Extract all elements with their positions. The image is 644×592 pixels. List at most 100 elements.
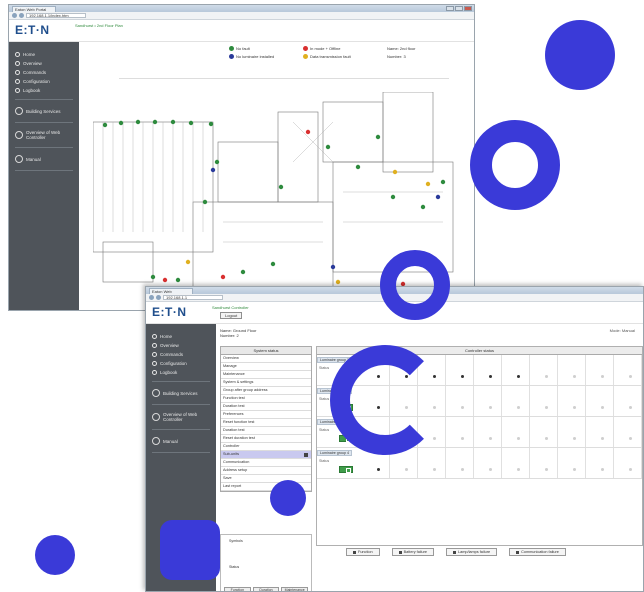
close-icon[interactable] xyxy=(464,6,472,11)
sidebar-group-1[interactable]: Overview of Web Controller xyxy=(9,127,79,143)
legend-button[interactable]: Function xyxy=(224,587,251,591)
sidebar-item-1[interactable]: Overview xyxy=(9,59,79,68)
browser-tab[interactable]: Eaton Web xyxy=(149,287,193,294)
home-icon xyxy=(15,52,20,57)
maximize-icon[interactable] xyxy=(455,6,463,11)
status-dot-icon[interactable] xyxy=(601,468,604,471)
system-row[interactable]: Maintenance xyxy=(221,371,311,379)
minimize-icon[interactable] xyxy=(446,6,454,11)
status-dot-icon[interactable] xyxy=(601,406,604,409)
url-field[interactable]: 192.168.1.1/index.htm xyxy=(26,13,86,18)
system-row[interactable]: Reset duration test xyxy=(221,435,311,443)
filter-button[interactable]: Function xyxy=(346,548,380,556)
system-row[interactable]: Reset function test xyxy=(221,419,311,427)
status-dot-icon[interactable] xyxy=(573,437,576,440)
system-row[interactable]: Preferences xyxy=(221,411,311,419)
back-icon[interactable] xyxy=(149,295,154,300)
status-dot-icon[interactable] xyxy=(629,406,632,409)
status-dot-icon[interactable] xyxy=(461,375,464,378)
grid-line xyxy=(473,448,474,478)
sidebar-item-3[interactable]: Configuration xyxy=(146,359,216,368)
status-dot-icon[interactable] xyxy=(601,375,604,378)
filter-label: Function xyxy=(358,550,373,554)
sidebar-item-0[interactable]: Home xyxy=(9,50,79,59)
system-row[interactable]: Sub-units xyxy=(221,451,311,459)
system-row[interactable]: Group after group address xyxy=(221,387,311,395)
system-row[interactable]: System & settings xyxy=(221,379,311,387)
status-dot-icon[interactable] xyxy=(517,406,520,409)
system-row[interactable]: Duration test xyxy=(221,427,311,435)
system-row[interactable]: Function test xyxy=(221,395,311,403)
divider xyxy=(152,404,210,405)
grid-line xyxy=(417,448,418,478)
system-row-label: Preferences xyxy=(223,412,244,416)
filter-button[interactable]: Communication failure xyxy=(509,548,566,556)
system-row[interactable]: Overview xyxy=(221,355,311,363)
system-row-label: Last report xyxy=(223,484,242,488)
status-dot-icon[interactable] xyxy=(517,375,520,378)
filter-button[interactable]: Lamp/lamps failure xyxy=(446,548,498,556)
system-status-panel: System status Overview Manage Maintenance S… xyxy=(220,346,312,492)
sidebar-item-1[interactable]: Overview xyxy=(146,341,216,350)
logout-button[interactable]: Logout xyxy=(220,312,243,319)
status-dot-icon[interactable] xyxy=(629,468,632,471)
sidebar-group-label: Building Services xyxy=(26,108,61,114)
system-row[interactable]: Duration test xyxy=(221,403,311,411)
sidebar-item-3[interactable]: Configuration xyxy=(9,77,79,86)
watermark-shape xyxy=(470,120,560,210)
legend-button[interactable]: Duration xyxy=(252,587,280,591)
back-icon[interactable] xyxy=(12,13,17,18)
status-dot-icon[interactable] xyxy=(545,437,548,440)
status-dot-icon[interactable] xyxy=(489,437,492,440)
status-dot-icon[interactable] xyxy=(517,437,520,440)
sidebar-item-label: Home xyxy=(160,334,173,339)
status-dot-icon[interactable] xyxy=(489,468,492,471)
filter-button[interactable]: Battery failure xyxy=(391,548,435,556)
status-dot-icon[interactable] xyxy=(405,468,408,471)
sidebar-group-1[interactable]: Overview of Web Controller xyxy=(146,409,216,425)
status-dot-icon[interactable] xyxy=(629,375,632,378)
legend-button[interactable]: Maintenance xyxy=(281,587,309,591)
sidebar-item-2[interactable]: Commands xyxy=(9,68,79,77)
status-dot-icon[interactable] xyxy=(517,468,520,471)
status-dot-icon[interactable] xyxy=(461,468,464,471)
status-dot-icon[interactable] xyxy=(377,468,380,471)
status-dot-icon[interactable] xyxy=(573,406,576,409)
grid-line xyxy=(529,448,530,478)
status-dot-icon[interactable] xyxy=(573,375,576,378)
group-tag[interactable]: Luminaire group 4 xyxy=(317,450,352,456)
status-dot-icon[interactable] xyxy=(461,437,464,440)
status-dot-icon[interactable] xyxy=(545,375,548,378)
system-row[interactable]: Manage xyxy=(221,363,311,371)
system-row[interactable]: Controller xyxy=(221,443,311,451)
system-row[interactable]: Address setup xyxy=(221,467,311,475)
status-dot-icon[interactable] xyxy=(573,468,576,471)
sidebar-item-0[interactable]: Home xyxy=(146,332,216,341)
status-dot-icon[interactable] xyxy=(489,375,492,378)
status-dot-icon[interactable] xyxy=(601,437,604,440)
legend-item: Name: 2nd floor xyxy=(387,46,467,51)
status-dot-icon[interactable] xyxy=(629,437,632,440)
system-info: Sandhurst • 2nd Floor Plan xyxy=(75,23,123,28)
sidebar-item-4[interactable]: Logbook xyxy=(9,86,79,95)
system-row[interactable]: Communication xyxy=(221,459,311,467)
browser-tab[interactable]: Eaton Web Portal xyxy=(12,5,56,12)
status-dot-icon[interactable] xyxy=(545,468,548,471)
url-field[interactable]: 192.168.1.1 xyxy=(163,295,223,300)
forward-icon[interactable] xyxy=(19,13,24,18)
sidebar-item-label: Commands xyxy=(23,70,47,75)
system-row-label: Duration test xyxy=(223,404,245,408)
sidebar-item-4[interactable]: Logbook xyxy=(146,368,216,377)
sidebar-group-0[interactable]: Building Services xyxy=(9,104,79,118)
sidebar-group-0[interactable]: Building Services xyxy=(146,386,216,400)
sidebar-group-2[interactable]: Manual xyxy=(146,434,216,448)
sidebar-group-2[interactable]: Manual xyxy=(9,152,79,166)
status-dot-icon[interactable] xyxy=(433,468,436,471)
group-toggle-button[interactable] xyxy=(339,466,353,473)
status-dot-icon[interactable] xyxy=(433,437,436,440)
status-dot-icon[interactable] xyxy=(545,406,548,409)
status-dot-icon[interactable] xyxy=(461,406,464,409)
forward-icon[interactable] xyxy=(156,295,161,300)
sidebar-item-2[interactable]: Commands xyxy=(146,350,216,359)
status-dot-icon[interactable] xyxy=(489,406,492,409)
